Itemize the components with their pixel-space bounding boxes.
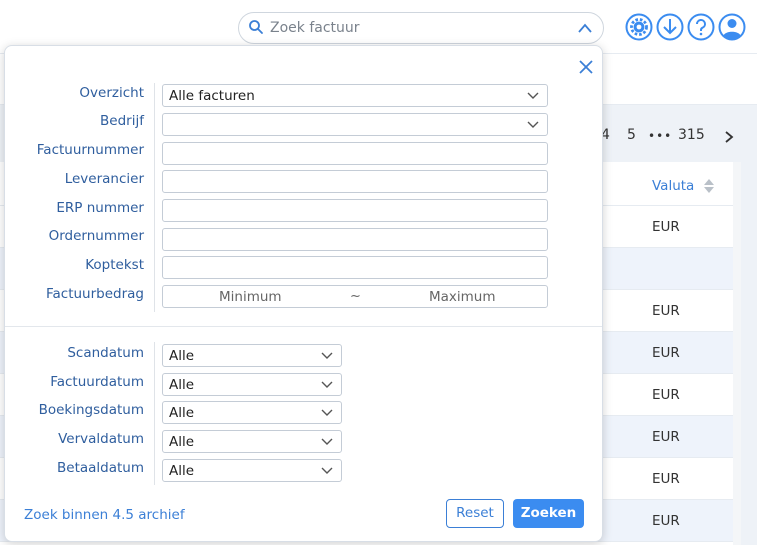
user-icon[interactable] <box>718 13 746 41</box>
divider <box>154 342 155 485</box>
erp-nummer-label: ERP nummer <box>56 200 144 216</box>
factuurdatum-select[interactable]: Alle <box>162 373 342 396</box>
page-ellipsis: ••• <box>648 129 673 143</box>
search-input[interactable]: Zoek factuur <box>270 20 360 36</box>
chevron-down-icon <box>527 121 539 128</box>
factuurbedrag-label: Factuurbedrag <box>45 286 144 302</box>
vervaldatum-label: Vervaldatum <box>58 431 144 447</box>
reset-button[interactable]: Reset <box>446 499 504 528</box>
betaaldatum-select[interactable]: Alle <box>162 459 342 482</box>
ordernummer-input[interactable] <box>162 228 548 251</box>
ordernummer-label: Ordernummer <box>48 228 144 244</box>
leverancier-label: Leverancier <box>64 171 144 187</box>
chevron-down-icon <box>321 381 333 388</box>
factuurbedrag-range[interactable]: Minimum ~ Maximum <box>162 285 548 308</box>
advanced-search-panel: Overzicht Alle facturen Bedrijf Factuurn… <box>4 45 603 542</box>
page-5[interactable]: 5 <box>627 127 636 147</box>
betaaldatum-label: Betaaldatum <box>57 460 144 476</box>
maximum-input[interactable]: Maximum <box>429 289 496 305</box>
help-icon[interactable] <box>687 13 715 41</box>
search-bar[interactable]: Zoek factuur <box>238 12 604 44</box>
chevron-down-icon <box>321 438 333 445</box>
page-315[interactable]: 315 <box>678 127 705 147</box>
scandatum-select[interactable]: Alle <box>162 344 342 367</box>
chevron-down-icon <box>321 409 333 416</box>
minimum-input[interactable]: Minimum <box>219 289 282 305</box>
chevron-down-icon <box>527 92 539 99</box>
gear-icon[interactable] <box>625 13 653 41</box>
divider <box>154 83 155 312</box>
close-icon[interactable] <box>578 59 594 75</box>
range-separator: ~ <box>350 289 361 304</box>
section-divider <box>5 326 602 327</box>
archive-search-link[interactable]: Zoek binnen 4.5 archief <box>24 507 185 523</box>
column-valuta[interactable]: Valuta <box>652 178 694 194</box>
sort-icon[interactable] <box>703 178 715 194</box>
leverancier-input[interactable] <box>162 170 548 193</box>
koptekst-label: Koptekst <box>85 257 144 273</box>
bedrijf-label: Bedrijf <box>100 113 144 129</box>
boekingsdatum-select[interactable]: Alle <box>162 401 342 424</box>
scandatum-label: Scandatum <box>67 345 144 361</box>
overzicht-select[interactable]: Alle facturen <box>162 84 548 107</box>
overzicht-label: Overzicht <box>79 85 144 101</box>
erp-nummer-input[interactable] <box>162 199 548 222</box>
factuurdatum-label: Factuurdatum <box>50 374 144 390</box>
vervaldatum-select[interactable]: Alle <box>162 430 342 453</box>
chevron-right-icon[interactable] <box>722 129 736 145</box>
scrollbar[interactable] <box>733 162 741 545</box>
koptekst-input[interactable] <box>162 256 548 279</box>
search-icon <box>249 20 263 34</box>
boekingsdatum-label: Boekingsdatum <box>38 402 144 418</box>
search-button[interactable]: Zoeken <box>513 499 584 528</box>
chevron-down-icon <box>321 352 333 359</box>
factuurnummer-label: Factuurnummer <box>36 142 144 158</box>
chevron-down-icon <box>321 467 333 474</box>
chevron-up-icon[interactable] <box>577 21 593 35</box>
download-icon[interactable] <box>656 13 684 41</box>
factuurnummer-input[interactable] <box>162 142 548 165</box>
bedrijf-select[interactable] <box>162 113 548 136</box>
